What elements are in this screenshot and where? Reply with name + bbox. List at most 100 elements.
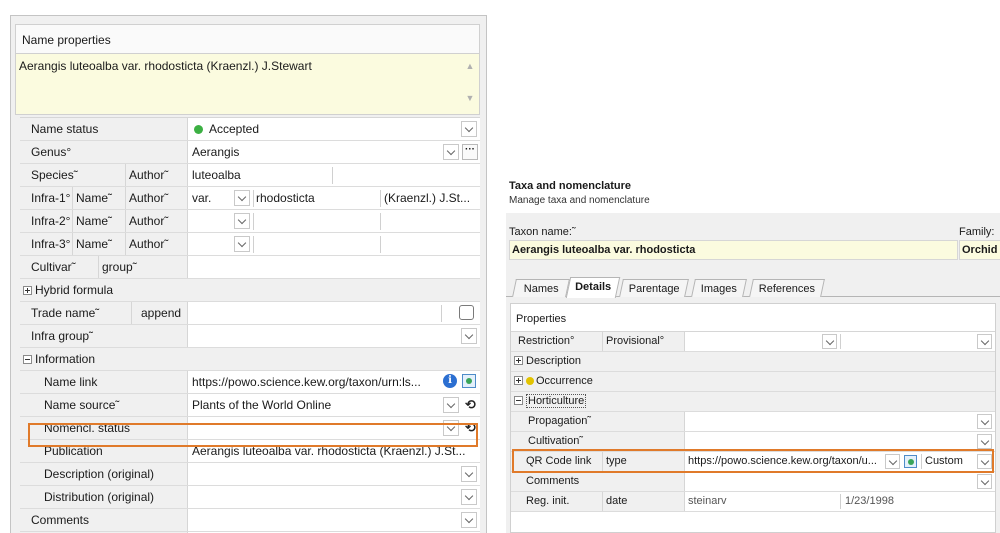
distribution-original-select[interactable] <box>188 486 480 508</box>
scroll-down-icon[interactable]: ▼ <box>465 92 475 104</box>
info-icon[interactable]: i <box>443 374 457 388</box>
chevron-down-icon[interactable] <box>234 236 250 252</box>
chevron-down-icon[interactable] <box>461 466 477 482</box>
chevron-down-icon[interactable] <box>234 190 250 206</box>
expand-icon[interactable] <box>23 286 32 295</box>
infra-2-input[interactable] <box>188 210 480 232</box>
infra-1-input[interactable]: var. rhodosticta (Kraenzl.) J.St... <box>188 187 480 209</box>
cultivar-label-text: Cultivar˜ <box>31 260 76 274</box>
occurrence-group[interactable]: Occurrence <box>511 372 995 391</box>
family-label: Family: <box>959 226 995 238</box>
chevron-down-icon[interactable] <box>461 121 477 137</box>
chevron-down-icon[interactable] <box>461 489 477 505</box>
genus-input[interactable]: Aerangis ··· <box>188 141 480 163</box>
expand-icon[interactable] <box>514 356 523 365</box>
infra-name-value[interactable]: rhodosticta <box>256 191 315 205</box>
divider <box>840 494 841 509</box>
collapse-icon[interactable] <box>23 355 32 364</box>
ellipsis-button[interactable]: ··· <box>462 144 478 160</box>
group-label: group˜ <box>98 256 137 278</box>
restriction-label: Restriction° <box>511 332 603 351</box>
comments-input[interactable] <box>685 472 995 491</box>
infra-group-select[interactable] <box>188 325 480 347</box>
infra-3-label-text: Infra-3° <box>31 237 71 251</box>
chevron-down-icon[interactable] <box>461 512 477 528</box>
publication-highlight <box>28 423 478 447</box>
infra-3-input[interactable] <box>188 233 480 255</box>
species-label: Species˜ Author˜ <box>20 164 188 186</box>
trade-name-input[interactable] <box>188 302 480 324</box>
row-description[interactable]: Description <box>511 352 995 372</box>
tab-names[interactable]: Names <box>512 279 570 297</box>
tab-parentage-label: Parentage <box>628 283 680 295</box>
information-group[interactable]: Information <box>20 348 480 370</box>
full-name-field[interactable]: Aerangis luteoalba var. rhodosticta (Kra… <box>15 53 480 115</box>
row-information[interactable]: Information <box>20 348 480 371</box>
divider <box>380 213 381 230</box>
horticulture-group[interactable]: Horticulture <box>511 392 995 411</box>
name-properties-panel: Name properties Aerangis luteoalba var. … <box>10 15 487 533</box>
divider <box>380 190 381 207</box>
append-checkbox[interactable] <box>459 305 474 320</box>
reg-init-value: steinarv <box>688 495 727 507</box>
description-group[interactable]: Description <box>511 352 995 371</box>
tab-references-label: References <box>758 283 815 295</box>
tab-details[interactable]: Details <box>565 277 621 298</box>
row-occurrence[interactable]: Occurrence <box>511 372 995 392</box>
divider <box>253 236 254 253</box>
chevron-down-icon[interactable] <box>977 434 992 449</box>
rank-value[interactable]: var. <box>192 191 211 205</box>
infra-author-value[interactable]: (Kraenzl.) J.St... <box>384 191 470 205</box>
open-link-icon[interactable] <box>462 374 476 388</box>
refresh-icon[interactable]: ⟲ <box>463 397 478 412</box>
chevron-down-icon[interactable] <box>977 474 992 489</box>
name-source-select[interactable]: Plants of the World Online ⟲ <box>188 394 480 416</box>
row-horticulture[interactable]: Horticulture <box>511 392 995 412</box>
chevron-down-icon[interactable] <box>977 334 992 349</box>
collapse-icon[interactable] <box>514 396 523 405</box>
cultivar-input[interactable] <box>188 256 480 278</box>
chevron-down-icon[interactable] <box>822 334 837 349</box>
hybrid-formula-group[interactable]: Hybrid formula <box>20 279 480 301</box>
row-infra-3: Infra-3° Name˜ Author˜ <box>20 233 480 256</box>
row-propagation: Propagation˜ <box>511 412 995 432</box>
genus-label: Genus° <box>20 141 188 163</box>
description-original-select[interactable] <box>188 463 480 485</box>
row-hybrid-formula[interactable]: Hybrid formula <box>20 279 480 302</box>
row-infra-1: Infra-1° Name˜ Author˜ var. rhodosticta … <box>20 187 480 210</box>
properties-header: Properties <box>516 313 567 325</box>
divider <box>332 167 333 184</box>
expand-icon[interactable] <box>514 376 523 385</box>
propagation-select[interactable] <box>685 412 995 431</box>
row-name-link: Name link https://powo.science.kew.org/t… <box>20 371 480 394</box>
chevron-down-icon[interactable] <box>234 213 250 229</box>
comments-select[interactable] <box>188 509 480 531</box>
species-input[interactable]: luteoalba <box>188 164 480 186</box>
row-comments: Comments <box>20 509 480 532</box>
name-status-select[interactable]: Accepted <box>188 118 480 140</box>
tab-parentage[interactable]: Parentage <box>619 279 689 297</box>
chevron-down-icon[interactable] <box>443 144 459 160</box>
scrollbar[interactable]: ▲ ▼ <box>465 60 475 106</box>
tab-references[interactable]: References <box>749 279 825 297</box>
row-comments-right: Comments <box>511 472 995 492</box>
name-link-value: https://powo.science.kew.org/taxon/urn:l… <box>192 375 421 389</box>
row-infra-group: Infra group˜ <box>20 325 480 348</box>
panel-title: Taxa and nomenclature <box>509 180 632 192</box>
taxon-name-field[interactable]: Aerangis luteoalba var. rhodosticta <box>509 240 958 260</box>
chevron-down-icon[interactable] <box>443 397 459 413</box>
tab-images[interactable]: Images <box>691 279 747 297</box>
name-link-input[interactable]: https://powo.science.kew.org/taxon/urn:l… <box>188 371 480 393</box>
infra-group-label: Infra group˜ <box>20 325 188 347</box>
chevron-down-icon[interactable] <box>977 414 992 429</box>
trade-name-label: Trade name˜ append <box>20 302 188 324</box>
divider <box>441 305 442 322</box>
status-dot-icon <box>526 377 534 385</box>
row-restriction: Restriction° Provisional° <box>511 332 995 352</box>
restriction-select[interactable] <box>685 332 995 351</box>
family-field[interactable]: Orchid <box>959 240 1000 260</box>
chevron-down-icon[interactable] <box>461 328 477 344</box>
infra-3-label: Infra-3° Name˜ Author˜ <box>20 233 188 255</box>
taxon-name-label: Taxon name:˜ <box>509 226 576 238</box>
scroll-up-icon[interactable]: ▲ <box>465 60 475 72</box>
